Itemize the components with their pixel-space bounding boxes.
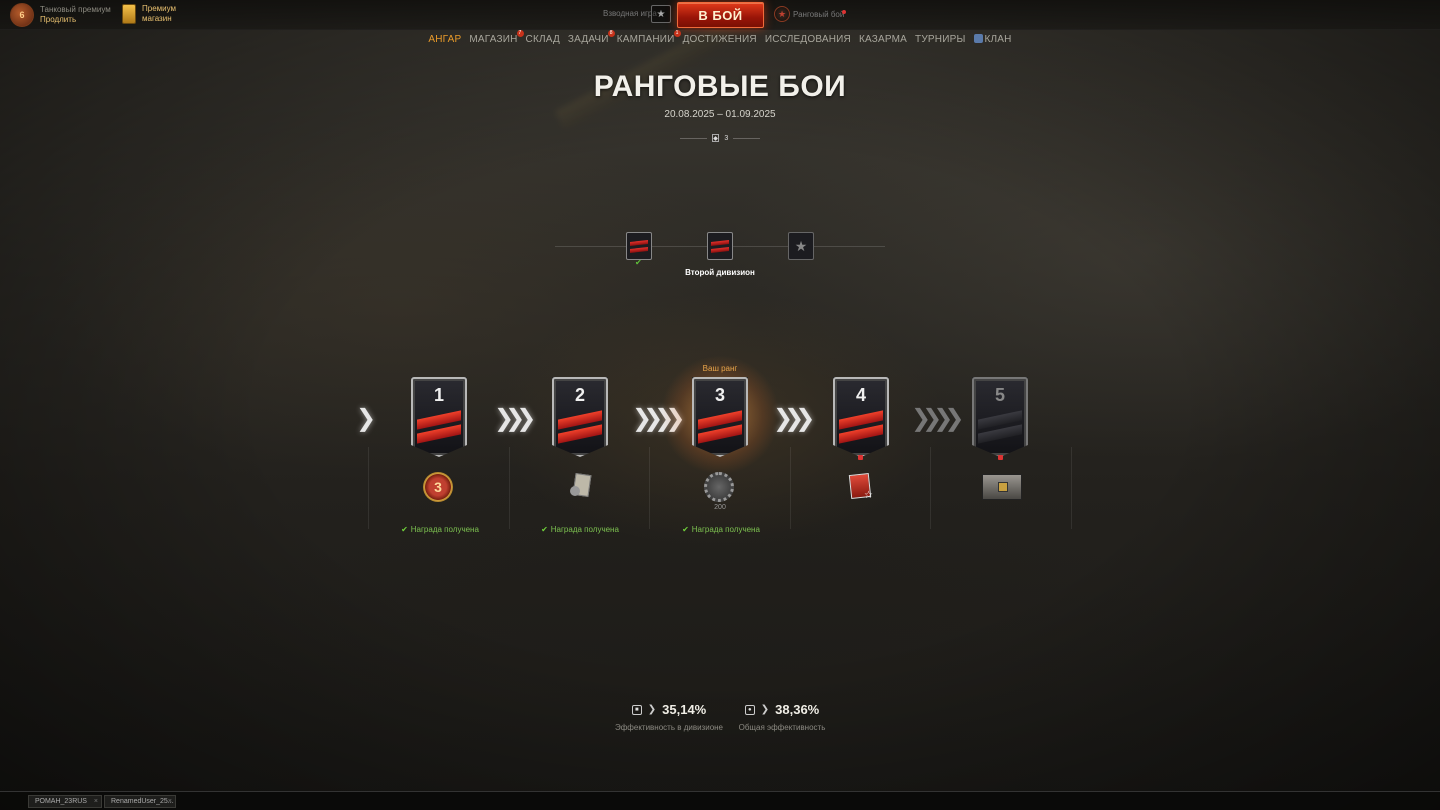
your-rank-label: Ваш ранг [702,364,738,373]
nav-tournaments[interactable]: ТУРНИРЫ [915,34,965,45]
chat-tab-2[interactable]: RenamedUser_25... × [104,795,176,808]
division-badge-gold[interactable]: ★ [788,232,814,260]
close-icon: × [93,798,98,805]
reward-medal-icon[interactable]: 3 [423,472,453,502]
battle-button[interactable]: В БОЙ [677,2,764,28]
division-efficiency-value: 35,14% [662,702,707,717]
season-icon: ◆ [711,134,720,142]
division-current-label: Второй дивизион [685,268,755,277]
premium-shop-label-1: Премиум [142,4,177,13]
nav-shop[interactable]: МАГАЗИН 7 [469,30,524,45]
total-efficiency-icon: ● [744,704,755,715]
ranked-mode-icon[interactable]: ★ [774,6,790,22]
page-title: РАНГОВЫЕ БОИ [593,70,847,103]
rank-badge-5[interactable]: 5 [972,377,1028,457]
reward-documents-icon[interactable] [566,472,596,502]
division-efficiency-label: Эффективность в дивизионе [614,723,724,732]
premium-account[interactable]: 6 Танковый премиум Продлить [10,3,111,27]
season-number: 3 [724,134,729,142]
platoon-icon[interactable]: ★ [651,5,671,23]
check-icon: ✔ [541,525,548,534]
division-badge-1[interactable] [626,232,652,260]
division-efficiency[interactable]: ■ ❯ 35,14% Эффективность в дивизионе [610,702,728,732]
premium-shop-button[interactable]: Премиум магазин [122,4,176,24]
bottom-chat-bar: РОМАН_23RUS × RenamedUser_25... × [0,791,1440,810]
chat-tab-1[interactable]: РОМАН_23RUS × [28,795,102,808]
chevrons-icon: ❯❯❯ [494,405,536,432]
premium-level-icon: 6 [10,3,34,27]
premium-shop-icon [122,4,136,24]
clan-icon [973,34,983,43]
chevrons-icon: ❯❯❯ [773,405,815,432]
reward-box-icon[interactable] [982,474,1022,500]
rank-badge-4[interactable]: 4 [833,377,889,457]
division-complete-check-icon: ✔ [635,258,642,267]
mode-notification-dot [842,10,846,14]
division-efficiency-icon: ■ [631,704,642,715]
nav-shop-badge: 7 [516,30,524,37]
main-nav: АНГАР МАГАЗИН 7 СКЛАД ЗАДАЧИ 8 КАМПАНИИ 1 Д… [0,30,1440,45]
lock-icon [858,455,863,460]
premium-extend-link[interactable]: Продлить [40,15,111,25]
nav-campaigns-badge: 1 [673,30,681,37]
nav-missions-badge: 8 [607,30,615,37]
nav-barracks[interactable]: КАЗАРМА [859,34,907,45]
reward-received-3: ✔ Награда получена [682,525,760,534]
lock-icon [998,455,1003,460]
nav-achievements[interactable]: ДОСТИЖЕНИЯ [683,34,757,45]
reward-gear-icon[interactable] [704,472,734,502]
nav-research[interactable]: ИССЛЕДОВАНИЯ [765,34,851,45]
battle-mode-label[interactable]: Ранговый бой [793,10,844,19]
nav-missions[interactable]: ЗАДАЧИ 8 [568,30,615,45]
premium-tank-label: Танковый премиум [40,5,111,14]
rank-badge-3[interactable]: 3 [692,377,748,457]
season-indicator: ◆ 3 [680,134,760,142]
nav-clan[interactable]: КЛАН [973,34,1012,45]
nav-depot[interactable]: СКЛАД [526,34,560,45]
reward-crate-icon[interactable]: ☆ [848,472,874,502]
rank-badge-1[interactable]: 1 [411,377,467,457]
reward-gear-value: 200 [714,504,726,511]
reward-received-2: ✔ Награда получена [541,525,619,534]
total-efficiency-value: 38,36% [775,702,820,717]
chevrons-icon: ❯❯❯❯ [911,405,965,432]
rank-badge-2[interactable]: 2 [552,377,608,457]
total-efficiency[interactable]: ● ❯ 38,36% Общая эффективность [734,702,830,732]
nav-hangar[interactable]: АНГАР [428,34,461,45]
total-efficiency-label: Общая эффективность [738,723,826,732]
division-badge-2[interactable] [707,232,733,260]
close-icon: × [167,798,172,805]
platoon-label: Взводная игра [603,9,657,18]
reward-received-1: ✔ Награда получена [401,525,479,534]
check-icon: ✔ [682,525,689,534]
chevron-icon: ❯ [356,405,376,432]
nav-campaigns[interactable]: КАМПАНИИ 1 [617,30,681,45]
check-icon: ✔ [401,525,408,534]
top-bar: 6 Танковый премиум Продлить Премиум мага… [0,0,1440,30]
season-dates: 20.08.2025 – 01.09.2025 [664,109,776,120]
premium-shop-label-2: магазин [142,14,172,23]
